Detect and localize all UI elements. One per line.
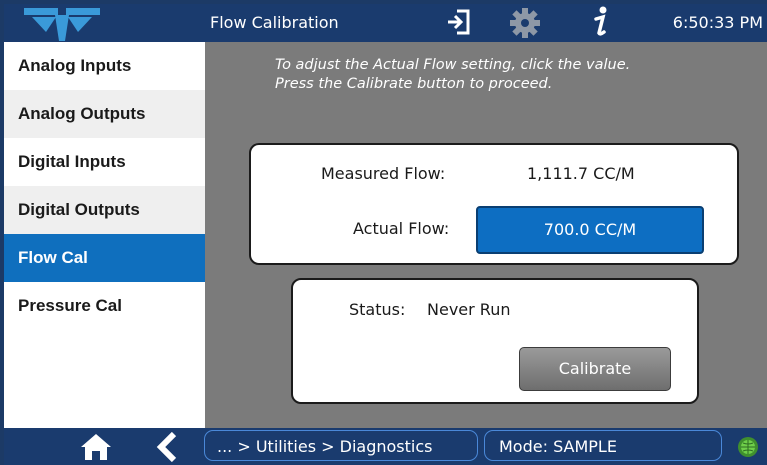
sidebar-item-digital-inputs[interactable]: Digital Inputs xyxy=(4,138,205,186)
measured-flow-value: 1,111.7 CC/M xyxy=(527,164,635,183)
clock: 6:50:33 PM xyxy=(672,13,763,32)
screen: Flow Calibration 6:50:33 PM Analog Input… xyxy=(4,4,767,465)
logo-icon xyxy=(24,8,100,41)
sidebar-item-analog-outputs[interactable]: Analog Outputs xyxy=(4,90,205,138)
actual-flow-label: Actual Flow: xyxy=(353,219,450,238)
status-card: Status: Never Run Calibrate xyxy=(291,278,699,404)
status-led-icon xyxy=(738,437,758,457)
sidebar-item-analog-inputs[interactable]: Analog Inputs xyxy=(4,42,205,90)
status-label: Status: xyxy=(349,300,406,319)
bottom-bar: ... > Utilities > Diagnostics Mode: SAMP… xyxy=(4,428,767,465)
status-value: Never Run xyxy=(427,300,511,319)
exit-icon[interactable] xyxy=(442,8,472,36)
flow-card: Measured Flow: 1,111.7 CC/M Actual Flow:… xyxy=(249,143,739,265)
page-title: Flow Calibration xyxy=(210,13,339,32)
actual-flow-button[interactable]: 700.0 CC/M xyxy=(476,206,704,254)
sidebar-item-flow-cal[interactable]: Flow Cal xyxy=(4,234,205,282)
info-icon[interactable] xyxy=(588,5,612,39)
mode-indicator: Mode: SAMPLE xyxy=(484,430,722,461)
main-panel: To adjust the Actual Flow setting, click… xyxy=(205,42,767,428)
back-icon[interactable] xyxy=(156,432,178,462)
measured-flow-label: Measured Flow: xyxy=(321,164,446,183)
breadcrumb[interactable]: ... > Utilities > Diagnostics xyxy=(204,430,478,461)
home-icon[interactable] xyxy=(80,433,112,461)
instruction-line-1: To adjust the Actual Flow setting, click… xyxy=(275,57,631,73)
gear-icon[interactable] xyxy=(509,7,541,39)
instructions: To adjust the Actual Flow setting, click… xyxy=(275,56,630,94)
calibrate-button[interactable]: Calibrate xyxy=(519,347,671,391)
top-bar: Flow Calibration 6:50:33 PM xyxy=(4,4,767,42)
sidebar-item-digital-outputs[interactable]: Digital Outputs xyxy=(4,186,205,234)
instruction-line-2: Press the Calibrate button to proceed. xyxy=(275,76,553,92)
sidebar-item-pressure-cal[interactable]: Pressure Cal xyxy=(4,282,205,330)
sidebar: Analog Inputs Analog Outputs Digital Inp… xyxy=(4,42,205,428)
